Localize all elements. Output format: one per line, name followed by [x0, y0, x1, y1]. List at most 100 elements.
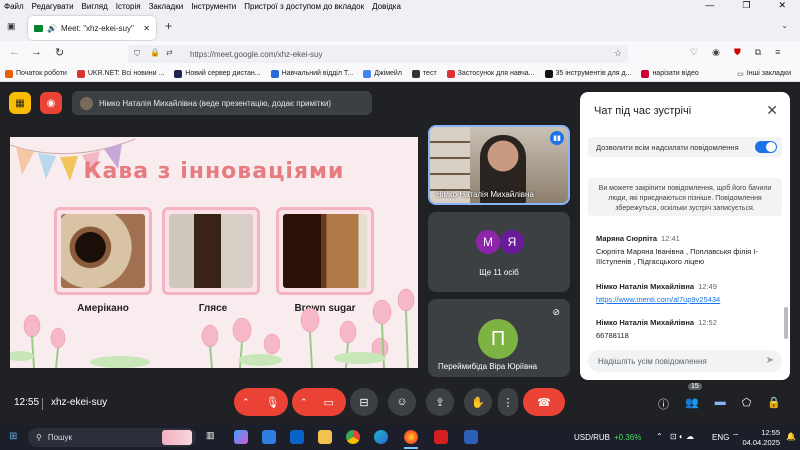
- tab-close-icon[interactable]: ✕: [143, 24, 150, 33]
- bookmark-item[interactable]: UKR.NET: Всі новини ...: [72, 69, 169, 78]
- new-tab-icon[interactable]: +: [165, 19, 172, 33]
- taskbar-search[interactable]: ⚲ Пошук: [28, 428, 196, 447]
- close-icon[interactable]: ✕: [766, 102, 778, 119]
- menu-edit[interactable]: Редагувати: [28, 2, 78, 11]
- camera-off-icon[interactable]: ▭: [324, 396, 334, 409]
- send-icon[interactable]: ➤: [766, 355, 774, 366]
- allow-messages-switch[interactable]: [755, 141, 777, 153]
- menu-devices[interactable]: Пристрої з доступом до вкладок: [240, 2, 368, 11]
- menu-icon[interactable]: ≡: [775, 47, 780, 58]
- firefox-icon[interactable]: [404, 430, 418, 444]
- captions-button[interactable]: ⊟: [350, 388, 378, 416]
- tab-list-icon[interactable]: ⌄: [781, 21, 788, 30]
- recording-icon[interactable]: ◉: [40, 92, 62, 114]
- participant-tile[interactable]: ⊘ П Переймибіда Віра Юріївна: [428, 299, 570, 377]
- back-icon[interactable]: ←: [9, 46, 20, 58]
- bookmark-item[interactable]: 35 інструментів для д...: [540, 69, 637, 78]
- chevron-up-icon[interactable]: ⌃: [300, 397, 308, 408]
- message-link[interactable]: https://www.menti.com/al7up9v25434: [596, 295, 776, 305]
- bookmark-item[interactable]: тест: [407, 69, 442, 78]
- minimize-icon[interactable]: —: [701, 0, 718, 11]
- message-text: Сюрпіта Маряна Іванівна , Поплавськя філ…: [596, 247, 758, 266]
- word-icon[interactable]: [464, 430, 478, 444]
- language-indicator[interactable]: ENG: [712, 433, 729, 442]
- acrobat-icon[interactable]: [434, 430, 448, 444]
- tab-bar: ▣ 🔊 Meet: "xhz-ekei-suy" ✕ + ⌄: [0, 13, 800, 41]
- raise-hand-button[interactable]: ✋: [464, 388, 492, 416]
- task-view-icon[interactable]: ▥: [206, 430, 220, 444]
- chat-input[interactable]: Надішліть усім повідомлення ➤: [588, 350, 782, 372]
- bookmark-favicon-icon: [174, 69, 183, 78]
- maximize-icon[interactable]: ❐: [738, 0, 754, 11]
- americano-photo: [61, 214, 145, 288]
- host-controls-icon[interactable]: 🔒: [767, 396, 781, 412]
- bookmark-favicon-icon: [5, 69, 13, 78]
- bookmark-item[interactable]: Початок роботи: [0, 69, 72, 78]
- activities-icon[interactable]: ▦: [9, 92, 31, 114]
- menu-history[interactable]: Історія: [112, 2, 145, 11]
- reactions-button[interactable]: ☺: [388, 388, 416, 416]
- activities-icon[interactable]: ⬠: [742, 396, 752, 412]
- extensions-icon[interactable]: ⧉: [755, 47, 761, 58]
- tab-meet[interactable]: 🔊 Meet: "xhz-ekei-suy" ✕: [28, 16, 156, 40]
- bookmark-favicon-icon: [544, 69, 553, 78]
- menu-help[interactable]: Довідка: [368, 2, 405, 11]
- permissions-icon[interactable]: ⇄: [166, 48, 173, 57]
- active-app-indicator: [404, 447, 418, 449]
- account-icon[interactable]: ◉: [712, 47, 720, 58]
- bookmark-item[interactable]: Джімейл: [358, 69, 407, 78]
- menu-view[interactable]: Вигляд: [78, 2, 112, 11]
- url-bar[interactable]: ⛉ 🔒 ⇄ https://meet.google.com/xhz-ekei-s…: [128, 45, 628, 63]
- chat-icon[interactable]: ▬: [715, 396, 726, 412]
- windows-start-icon[interactable]: ⊞: [9, 431, 17, 442]
- chrome-icon[interactable]: [346, 430, 360, 444]
- tray-icons[interactable]: ⊡ ◐ ☁: [670, 432, 694, 441]
- present-button[interactable]: ⇪: [426, 388, 454, 416]
- mic-off-icon[interactable]: 🎙: [266, 396, 280, 409]
- store-icon[interactable]: [262, 430, 276, 444]
- copilot-icon[interactable]: [234, 430, 248, 444]
- others-count: Ще 11 осіб: [479, 268, 519, 277]
- tab-overview-icon[interactable]: ▣: [7, 21, 16, 32]
- other-bookmarks[interactable]: ▭ Інші закладки: [732, 70, 796, 78]
- menu-file[interactable]: Файл: [0, 2, 28, 11]
- more-options-button[interactable]: ⋮: [498, 388, 518, 416]
- leave-call-button[interactable]: ☎: [523, 388, 565, 416]
- camera-options-button[interactable]: ⌃ ▭: [292, 388, 346, 416]
- close-window-icon[interactable]: ✕: [774, 0, 790, 11]
- avatar: Я: [500, 230, 524, 254]
- ublock-icon[interactable]: ⛊: [734, 47, 741, 58]
- file-explorer-icon[interactable]: [318, 430, 332, 444]
- star-icon[interactable]: ☆: [614, 48, 622, 59]
- chat-scrollbar[interactable]: [784, 307, 788, 339]
- info-icon[interactable]: ⓘ: [658, 396, 669, 412]
- ticker-label[interactable]: USD/RUB: [574, 433, 610, 442]
- avatar: П: [478, 319, 518, 359]
- outlook-icon[interactable]: [290, 430, 304, 444]
- shield-icon[interactable]: ⛉: [134, 49, 140, 59]
- chevron-up-icon[interactable]: ⌃: [242, 397, 250, 408]
- reload-icon[interactable]: ↻: [55, 46, 64, 59]
- pocket-icon[interactable]: ♡: [690, 47, 698, 58]
- bookmark-item[interactable]: нарізати відео: [636, 69, 703, 78]
- audio-playing-icon[interactable]: 🔊: [47, 24, 57, 33]
- avatar: [80, 96, 93, 110]
- people-icon[interactable]: 👥 15: [685, 383, 702, 412]
- clock[interactable]: 12:55 04.04.2025: [740, 428, 780, 448]
- forward-icon[interactable]: →: [31, 46, 42, 58]
- bookmark-item[interactable]: Навчальний відділ Т...: [266, 69, 359, 78]
- right-controls: ⓘ 👥 15 ▬ ⬠ 🔒: [658, 383, 781, 412]
- bookmark-item[interactable]: Застосунок для навча...: [442, 69, 540, 78]
- menu-bookmarks[interactable]: Закладки: [145, 2, 188, 11]
- menu-tools[interactable]: Інструменти: [187, 2, 240, 11]
- bookmark-item[interactable]: Новий сервер дистан...: [169, 69, 265, 78]
- others-tile[interactable]: М Я Ще 11 осіб: [428, 212, 570, 292]
- edge-icon[interactable]: [374, 430, 388, 444]
- meeting-code[interactable]: xhz-ekei-suy: [51, 397, 107, 408]
- chevron-up-icon[interactable]: ⌃: [656, 432, 663, 441]
- mic-options-button[interactable]: ⌃ 🎙: [234, 388, 288, 416]
- lock-icon[interactable]: 🔒: [150, 48, 160, 57]
- speaker-tile[interactable]: ▮▮ Німко Наталія Михайлівна: [428, 125, 570, 205]
- notifications-icon[interactable]: 🔔: [786, 432, 796, 441]
- network-icon[interactable]: ⌔: [732, 432, 740, 442]
